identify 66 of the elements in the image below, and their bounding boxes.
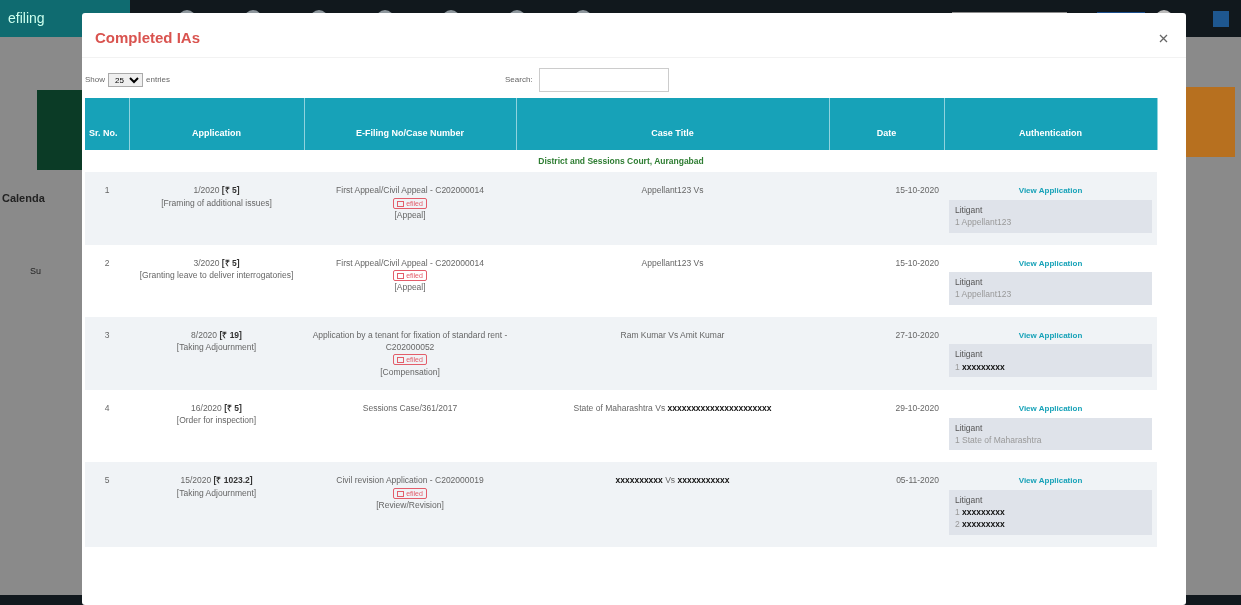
table-cell: 5 — [85, 462, 129, 547]
table-cell: 1 — [85, 172, 129, 245]
table-cell: 05-11-2020 — [829, 462, 944, 547]
case-number: Civil revision Application - C202000019 — [335, 474, 485, 487]
application-number: 15/2020 [₹ 1023.2] — [179, 474, 254, 487]
column-header[interactable]: E-Filing No/Case Number — [304, 98, 516, 150]
litigant-label: Litigant — [955, 493, 984, 507]
length-label: entries — [146, 74, 171, 86]
litigant-label: Litigant — [955, 421, 984, 434]
case-type: [Appeal] — [393, 208, 427, 222]
application-number: 8/2020 [₹ 19] — [190, 328, 243, 342]
litigant-name: 1 State of Maharashtra — [955, 433, 1043, 447]
view-application-link[interactable]: View Application — [1018, 186, 1083, 196]
case-type: [Review/Revision] — [375, 498, 445, 512]
column-header[interactable]: Application — [129, 98, 304, 150]
application-purpose: [Granting leave to deliver interrogatories] — [138, 268, 295, 282]
column-header[interactable]: Sr. No. — [85, 98, 129, 150]
close-icon — [1159, 34, 1168, 44]
table-cell: 27-10-2020 — [829, 316, 944, 390]
table-cell: 15-10-2020 — [829, 244, 944, 317]
case-number: First Appeal/Civil Appeal - C202000014 — [335, 256, 485, 269]
litigant-name: 1 xxxxxxxxx — [955, 506, 1006, 519]
column-header[interactable]: Case Title — [516, 98, 829, 150]
calendar-heading: Calenda — [2, 191, 45, 206]
group-heading: District and Sessions Court, Aurangabad — [85, 150, 1157, 173]
search-label: Search: — [505, 74, 533, 86]
application-purpose: [Taking Adjournment] — [175, 341, 258, 354]
litigant-label: Litigant — [955, 203, 984, 217]
litigant-name: 1 Appellant123 — [955, 216, 1013, 229]
case-title: Ram Kumar Vs Amit Kumar — [516, 316, 829, 390]
case-type: [Appeal] — [393, 281, 427, 294]
litigant-label: Litigant — [955, 348, 984, 361]
table-cell: 2 — [85, 244, 129, 317]
search-field[interactable] — [538, 68, 669, 92]
application-purpose: [Taking Adjournment] — [175, 486, 258, 499]
litigant-label: Litigant — [955, 276, 984, 289]
application-number: 3/2020 [₹ 5] — [192, 256, 241, 269]
case-title: State of Maharashtra Vs xxxxxxxxxxxxxxxxxxxxxx — [516, 390, 829, 463]
case-title: Appellant123 Vs — [516, 244, 829, 317]
application-purpose: [Order for inspection] — [175, 414, 258, 427]
weekday-label: Su — [30, 265, 41, 278]
view-application-link[interactable]: View Application — [1018, 404, 1083, 413]
table-cell: 3 — [85, 316, 129, 390]
application-number: 16/2020 [₹ 5] — [190, 402, 243, 415]
litigant-name: 2 xxxxxxxxx — [955, 518, 1006, 531]
case-type: [Compensation] — [379, 365, 441, 378]
menu-icon[interactable] — [1213, 10, 1229, 27]
case-number: First Appeal/Civil Appeal - C202000014 — [335, 184, 485, 197]
application-purpose: [Framing of additional issues] — [160, 196, 273, 209]
table-cell: 29-10-2020 — [829, 390, 944, 463]
table-cell: 15-10-2020 — [829, 172, 944, 245]
case-title: xxxxxxxxxx Vs xxxxxxxxxxx — [516, 462, 829, 547]
case-title: Appellant123 Vs — [516, 172, 829, 245]
column-header[interactable]: Authentication — [944, 98, 1157, 150]
entries-select[interactable]: 25 — [108, 73, 143, 87]
column-header[interactable]: Date — [829, 98, 944, 150]
view-application-link[interactable]: View Application — [1018, 330, 1083, 340]
litigant-name: 1 Appellant123 — [955, 288, 1013, 301]
case-number: Sessions Case/361/2017 — [361, 402, 459, 415]
application-number: 1/2020 [₹ 5] — [192, 184, 241, 197]
table-cell: 4 — [85, 390, 129, 463]
litigant-name: 1 xxxxxxxxx — [955, 360, 1006, 373]
view-application-link[interactable]: View Application — [1018, 258, 1083, 268]
view-application-link[interactable]: View Application — [1018, 476, 1083, 486]
length-label: Show — [85, 74, 105, 86]
case-number: Application by a tenant for fixation of standard rent - C202000052 — [311, 328, 509, 354]
